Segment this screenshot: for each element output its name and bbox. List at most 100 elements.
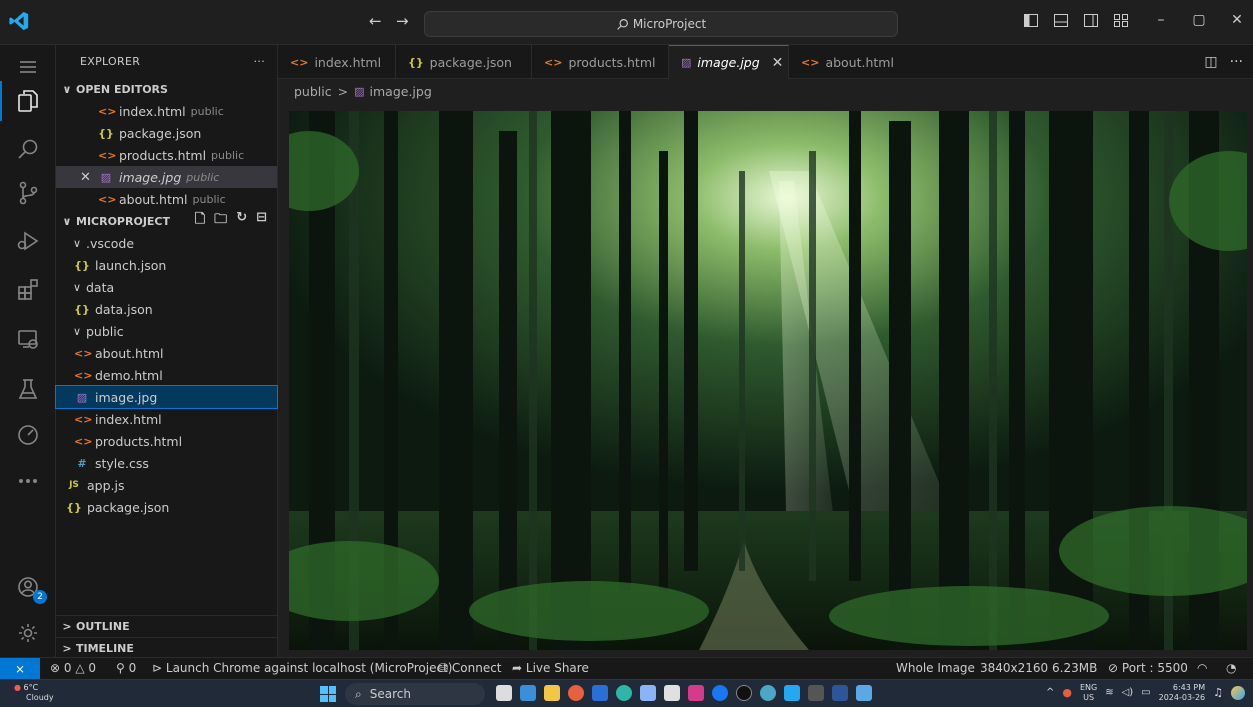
accounts-icon[interactable]: 2 (14, 573, 47, 604)
launch-config[interactable]: ⊳ Launch Chrome against localhost (Micro… (152, 661, 452, 675)
taskbar-search[interactable]: ⌕ Search (345, 683, 485, 705)
close-icon[interactable]: ✕ (1229, 12, 1245, 28)
search-icon[interactable] (14, 135, 42, 163)
tree-file[interactable]: {} launch.json (56, 254, 277, 276)
source-control-icon[interactable] (14, 179, 42, 207)
explorer-icon[interactable] (14, 87, 42, 115)
testing-icon[interactable] (14, 375, 42, 403)
project-section[interactable]: ∨ MICROPROJECT 🗋 🗀 ↻ ⊟ (56, 210, 277, 232)
breadcrumb-file[interactable]: image.jpg (370, 84, 432, 99)
port-indicator[interactable]: ⊘ Port : 5500 (1108, 661, 1188, 675)
open-editor-item[interactable]: <> index.html public (56, 100, 277, 122)
tree-file[interactable]: JS app.js (56, 474, 277, 496)
timeline-gauge-icon[interactable] (14, 421, 42, 449)
photos-icon[interactable] (856, 685, 872, 701)
tab-about-html[interactable]: <> about.html (789, 45, 896, 79)
close-tab-icon[interactable]: ✕ (772, 55, 784, 71)
windows-start-icon[interactable] (320, 686, 336, 702)
language-indicator[interactable]: ENG US (1080, 683, 1097, 703)
open-editor-item[interactable]: {} package.json (56, 122, 277, 144)
more-icon[interactable] (14, 467, 42, 495)
chevron-up-icon[interactable]: ^ (1046, 688, 1054, 698)
tab-index-html[interactable]: <> index.html (278, 45, 396, 79)
open-editor-item[interactable]: <> about.html public (56, 188, 277, 210)
teams-icon[interactable] (520, 685, 536, 701)
tab-image-jpg[interactable]: ▨ image.jpg ✕ (669, 45, 789, 79)
remote-explorer-icon[interactable] (14, 325, 42, 353)
outline-section[interactable]: > OUTLINE (56, 615, 277, 637)
menu-icon[interactable] (14, 53, 42, 81)
weather-widget[interactable]: ● 6°C Cloudy (14, 683, 54, 703)
image-zoom-mode[interactable]: Whole Image (896, 661, 975, 675)
tree-folder[interactable]: ∨ public (56, 320, 277, 342)
connect-button[interactable]: ⛁ Connect (438, 661, 502, 675)
forward-arrow-icon[interactable]: → (396, 12, 409, 30)
vscode-taskbar-icon[interactable] (784, 685, 800, 701)
ports-indicator[interactable]: ⚲ 0 (116, 661, 136, 675)
tree-file[interactable]: <> about.html (56, 342, 277, 364)
chrome-icon[interactable] (760, 685, 776, 701)
manage-gear-icon[interactable] (14, 619, 42, 647)
notifications-icon[interactable]: ◔ (1226, 661, 1236, 675)
explorer-more-icon[interactable]: ··· (254, 55, 265, 68)
tree-file[interactable]: {} data.json (56, 298, 277, 320)
tree-folder[interactable]: ∨ .vscode (56, 232, 277, 254)
store-icon[interactable] (592, 685, 608, 701)
tree-file[interactable]: <> demo.html (56, 364, 277, 386)
restore-icon[interactable]: ▢ (1191, 12, 1207, 28)
collapse-all-icon[interactable]: ⊟ (256, 210, 267, 232)
copilot-icon[interactable] (1231, 686, 1245, 700)
toggle-secondary-sidebar-icon[interactable] (1083, 12, 1099, 28)
wifi-icon[interactable]: ≋ (1105, 688, 1113, 698)
open-editors-section[interactable]: ∨ OPEN EDITORS (56, 78, 277, 100)
volume-icon[interactable]: ◁) (1122, 688, 1134, 698)
tray-app-icon[interactable]: ● (1062, 687, 1072, 698)
new-file-icon[interactable]: 🗋 (195, 210, 205, 232)
tree-file[interactable]: {} package.json (56, 496, 277, 518)
split-editor-icon[interactable]: ◫ (1204, 54, 1217, 70)
task-view-icon[interactable] (496, 685, 512, 701)
word-icon[interactable] (832, 685, 848, 701)
tree-file[interactable]: <> products.html (56, 430, 277, 452)
dropbox-icon[interactable] (664, 685, 680, 701)
open-editor-item-active[interactable]: ✕ ▨ image.jpg public (56, 166, 277, 188)
tab-products-html[interactable]: <> products.html (532, 45, 669, 79)
extensions-icon[interactable] (14, 275, 42, 303)
tree-folder[interactable]: ∨ data (56, 276, 277, 298)
minimize-icon[interactable]: – (1153, 12, 1169, 28)
close-editor-icon[interactable]: ✕ (80, 170, 98, 185)
customize-layout-icon[interactable] (1113, 12, 1129, 28)
file-explorer-icon[interactable] (544, 685, 560, 701)
command-center-search[interactable]: MicroProject (424, 11, 898, 37)
run-debug-icon[interactable] (14, 227, 42, 255)
problems-indicator[interactable]: ⊗ 0 △ 0 (50, 661, 96, 675)
open-editor-item[interactable]: <> products.html public (56, 144, 277, 166)
refresh-icon[interactable]: ↻ (236, 210, 247, 232)
back-arrow-icon[interactable]: ← (369, 12, 382, 30)
tree-file-selected[interactable]: ▨ image.jpg (55, 385, 278, 409)
toggle-panel-icon[interactable] (1053, 12, 1069, 28)
breadcrumb-folder[interactable]: public (294, 84, 332, 99)
terminal-icon[interactable] (808, 685, 824, 701)
notification-bell-icon[interactable]: ♫ (1213, 687, 1223, 698)
firefox-icon[interactable] (568, 685, 584, 701)
live-share-button[interactable]: ➦ Live Share (512, 661, 589, 675)
clock[interactable]: 6:43 PM 2024-03-26 (1159, 683, 1206, 703)
more-actions-icon[interactable]: ··· (1230, 54, 1243, 70)
facebook-icon[interactable] (712, 685, 728, 701)
edge-icon[interactable] (616, 685, 632, 701)
tiktok-icon[interactable] (736, 685, 752, 701)
toggle-primary-sidebar-icon[interactable] (1023, 12, 1039, 28)
breadcrumb: public > ▨ image.jpg (278, 79, 1253, 103)
instagram-icon[interactable] (688, 685, 704, 701)
timeline-section[interactable]: > TIMELINE (56, 637, 277, 659)
remote-indicator-icon[interactable]: ⨯ (0, 658, 40, 680)
sync-icon[interactable]: ◠ (1197, 661, 1207, 675)
tab-package-json[interactable]: {} package.json (396, 45, 532, 79)
new-folder-icon[interactable]: 🗀 (214, 210, 227, 232)
forest-image[interactable] (289, 111, 1247, 650)
app-icon[interactable] (640, 685, 656, 701)
tree-file[interactable]: # style.css (56, 452, 277, 474)
battery-icon[interactable]: ▭ (1141, 688, 1150, 698)
tree-file[interactable]: <> index.html (56, 408, 277, 430)
